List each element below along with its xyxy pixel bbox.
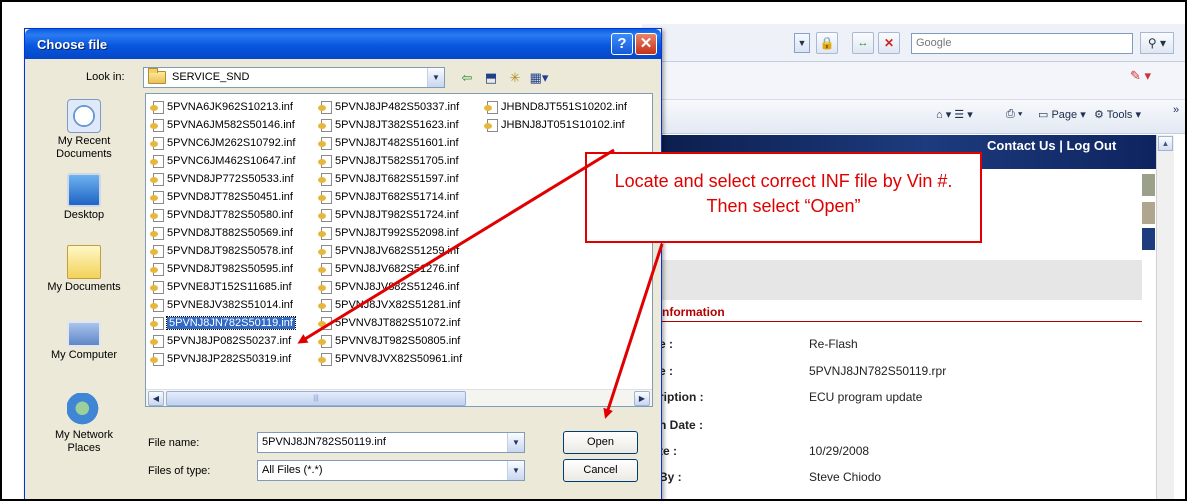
screenshot-frame: ▼ 🔒 ↔ ✕ Google ⚲ ▾ ✎ ▾ ⌂ ▾ ☰ ▾ ⎙ ▾ ▭ Pag…: [0, 0, 1187, 501]
arrow-to-open: [603, 243, 664, 419]
annotation-arrows: [297, 148, 664, 419]
arrow-to-file: [297, 148, 615, 344]
